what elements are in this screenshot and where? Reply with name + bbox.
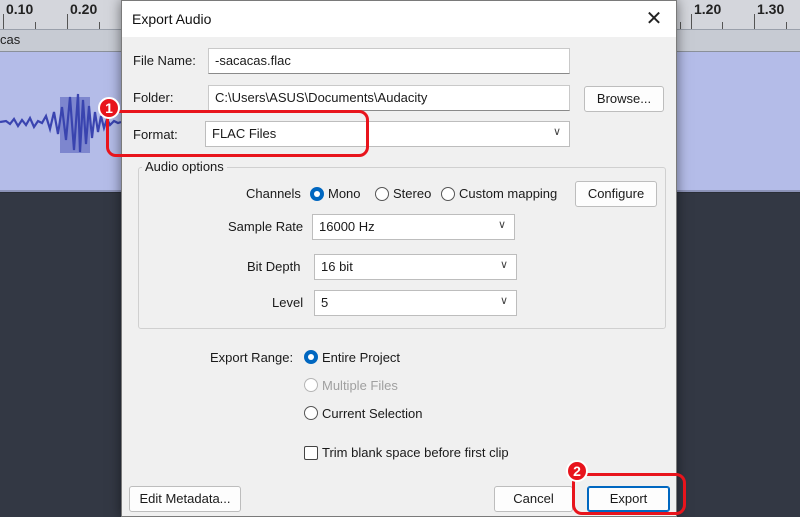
ruler-label: 1.20 (694, 1, 722, 17)
ruler-tick (754, 14, 755, 29)
ruler-label: 1.30 (757, 1, 785, 17)
export-range-label: Export Range: (210, 350, 294, 365)
dialog-titlebar[interactable]: Export Audio ✕ (122, 1, 676, 37)
configure-button[interactable]: Configure (575, 181, 657, 207)
bit-depth-value: 16 bit (321, 259, 353, 274)
ruler-tick (99, 22, 100, 29)
format-highlight-box (106, 110, 369, 157)
level-select[interactable]: 5 ∨ (314, 290, 517, 316)
chevron-down-icon: ∨ (499, 259, 508, 271)
ruler-label: 0.20 (70, 1, 98, 17)
sample-rate-label: Sample Rate (228, 219, 304, 234)
trim-blank-checkbox[interactable] (304, 446, 318, 460)
channel-mono-label[interactable]: Mono (328, 186, 361, 201)
file-name-input[interactable]: -sacacas.flac (208, 48, 570, 74)
file-name-label: File Name: (133, 53, 196, 68)
channel-mono-radio[interactable] (310, 187, 324, 201)
range-multiple-files-radio (304, 378, 318, 392)
chevron-down-icon: ∨ (497, 219, 506, 231)
ruler-tick (35, 22, 36, 29)
close-icon[interactable]: ✕ (636, 4, 672, 34)
audio-options-title: Audio options (142, 159, 227, 174)
sample-rate-value: 16000 Hz (319, 219, 375, 234)
trim-blank-label[interactable]: Trim blank space before first clip (322, 445, 509, 460)
chevron-down-icon: ∨ (552, 126, 561, 138)
ruler-tick (3, 14, 4, 29)
edit-metadata-button[interactable]: Edit Metadata... (129, 486, 241, 512)
channels-label: Channels (246, 186, 301, 201)
ruler-tick (680, 22, 681, 29)
sample-rate-select[interactable]: 16000 Hz ∨ (312, 214, 515, 240)
channel-custom-label[interactable]: Custom mapping (459, 186, 557, 201)
ruler-tick (722, 22, 723, 29)
export-audio-dialog: Export Audio ✕ File Name: -sacacas.flac … (121, 0, 677, 517)
cancel-button[interactable]: Cancel (494, 486, 573, 512)
folder-label: Folder: (133, 90, 174, 105)
ruler-label: 0.10 (6, 1, 34, 17)
bit-depth-select[interactable]: 16 bit ∨ (314, 254, 517, 280)
waveform (0, 93, 121, 153)
range-entire-project-label[interactable]: Entire Project (322, 350, 400, 365)
range-entire-project-radio[interactable] (304, 350, 318, 364)
folder-input[interactable]: C:\Users\ASUS\Documents\Audacity (208, 85, 570, 111)
range-multiple-files-label: Multiple Files (322, 378, 398, 393)
ruler-tick (67, 14, 68, 29)
bit-depth-label: Bit Depth (247, 259, 301, 274)
browse-button[interactable]: Browse... (584, 86, 664, 112)
range-current-selection-radio[interactable] (304, 406, 318, 420)
ruler-tick (691, 14, 692, 29)
dialog-title: Export Audio (132, 11, 212, 27)
track-name: cas (0, 32, 21, 47)
waveform-peak (60, 97, 90, 153)
channel-stereo-label[interactable]: Stereo (393, 186, 431, 201)
channel-stereo-radio[interactable] (375, 187, 389, 201)
level-label: Level (272, 295, 304, 310)
range-current-selection-label[interactable]: Current Selection (322, 406, 422, 421)
step-1-badge: 1 (98, 97, 120, 119)
export-highlight-box (572, 473, 686, 515)
level-value: 5 (321, 295, 329, 310)
chevron-down-icon: ∨ (499, 295, 508, 307)
channel-custom-radio[interactable] (441, 187, 455, 201)
ruler-tick (786, 22, 787, 29)
step-2-badge: 2 (566, 460, 588, 482)
